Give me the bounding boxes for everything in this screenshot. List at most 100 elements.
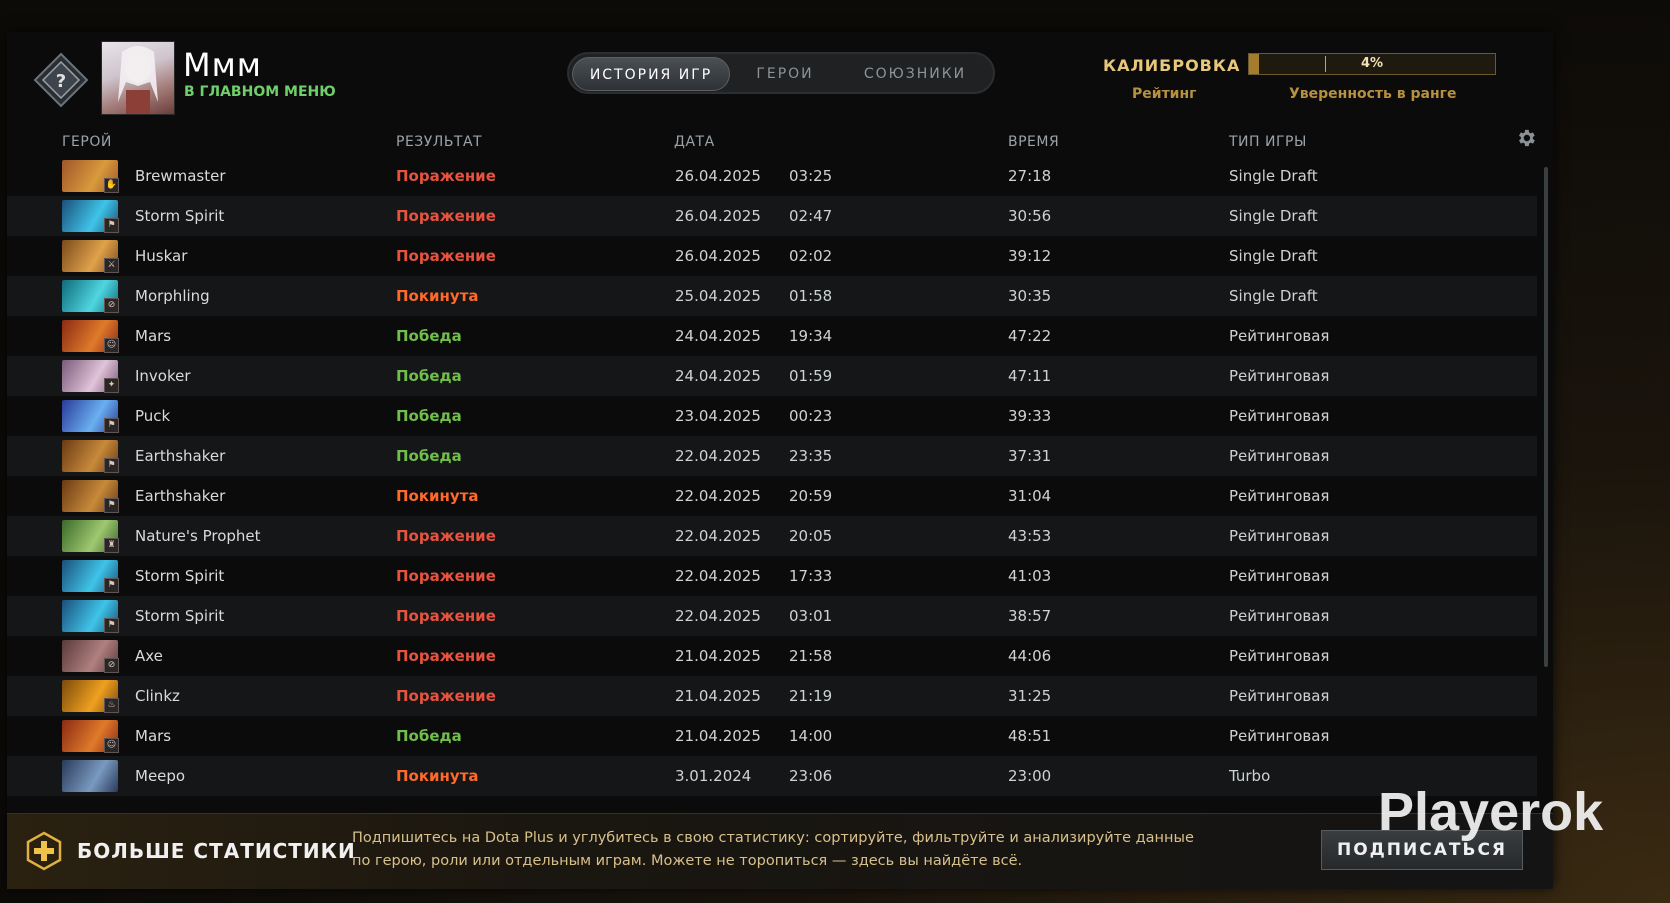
match-row[interactable]: ⚑ Storm Spirit Поражение 26.04.2025 02:47 30:… <box>7 196 1537 236</box>
role-icon: ⚑ <box>104 458 119 473</box>
scrollbar[interactable] <box>1544 167 1548 667</box>
match-result: Победа <box>396 727 462 745</box>
match-row[interactable]: ⚑ Storm Spirit Поражение 22.04.2025 17:33 41:… <box>7 556 1537 596</box>
tab-heroes[interactable]: ГЕРОИ <box>735 57 835 91</box>
game-mode: Рейтинговая <box>1229 487 1330 505</box>
match-duration: 48:51 <box>1008 727 1052 745</box>
match-result: Поражение <box>396 607 496 625</box>
match-result: Поражение <box>396 647 496 665</box>
tab-bar: ИСТОРИЯ ИГР ГЕРОИ СОЮЗНИКИ <box>567 52 995 94</box>
match-row[interactable]: ⚑ Puck Победа 23.04.2025 00:23 39:33 Рейтингов… <box>7 396 1537 436</box>
game-mode: Рейтинговая <box>1229 647 1330 665</box>
match-duration: 30:56 <box>1008 207 1052 225</box>
match-row[interactable]: ⚔ Huskar Поражение 26.04.2025 02:02 39:12 Sing… <box>7 236 1537 276</box>
role-icon: ♜ <box>104 538 119 553</box>
gear-icon[interactable] <box>1515 127 1537 149</box>
match-row[interactable]: ⊘ Axe Поражение 21.04.2025 21:58 44:06 Рейтинг… <box>7 636 1537 676</box>
column-game-mode[interactable]: ТИП ИГРЫ <box>1229 134 1307 150</box>
match-result: Победа <box>396 327 462 345</box>
match-row[interactable]: ⚑ Earthshaker Покинута 22.04.2025 20:59 31:04… <box>7 476 1537 516</box>
match-duration: 27:18 <box>1008 167 1052 185</box>
column-duration[interactable]: ВРЕМЯ <box>1008 134 1059 150</box>
match-date: 26.04.2025 <box>675 247 761 265</box>
match-row[interactable]: ♨ Clinkz Поражение 21.04.2025 21:19 31:25 Рейт… <box>7 676 1537 716</box>
hero-name: Huskar <box>135 247 188 265</box>
match-date: 21.04.2025 <box>675 687 761 705</box>
match-date: 22.04.2025 <box>675 487 761 505</box>
match-duration: 44:06 <box>1008 647 1052 665</box>
hero-portrait <box>62 760 118 792</box>
match-time: 19:34 <box>789 327 833 345</box>
dota-plus-banner: БОЛЬШЕ СТАТИСТИКИ Подпишитесь на Dota Pl… <box>7 813 1553 889</box>
hero-name: Mars <box>135 327 172 345</box>
match-date: 25.04.2025 <box>675 287 761 305</box>
match-result: Поражение <box>396 247 496 265</box>
match-date: 26.04.2025 <box>675 167 761 185</box>
match-time: 17:33 <box>789 567 833 585</box>
column-hero[interactable]: ГЕРОЙ <box>62 134 112 150</box>
match-result: Поражение <box>396 167 496 185</box>
match-result: Поражение <box>396 207 496 225</box>
match-row[interactable]: Meepo Покинута 3.01.2024 23:06 23:00 Turbo <box>7 756 1537 796</box>
match-row[interactable]: ✋ Brewmaster Поражение 26.04.2025 03:25 27:18… <box>7 156 1537 196</box>
hero-name: Invoker <box>135 367 191 385</box>
tab-allies[interactable]: СОЮЗНИКИ <box>841 57 989 91</box>
match-result: Победа <box>396 367 462 385</box>
match-row[interactable]: ☺ Mars Победа 21.04.2025 14:00 48:51 Рейтингов… <box>7 716 1537 756</box>
match-duration: 43:53 <box>1008 527 1052 545</box>
match-date: 22.04.2025 <box>675 567 761 585</box>
hero-name: Earthshaker <box>135 487 226 505</box>
role-icon: ♨ <box>104 698 119 713</box>
match-duration: 47:11 <box>1008 367 1052 385</box>
match-row[interactable]: ⊘ Morphling Покинута 25.04.2025 01:58 30:35 Si… <box>7 276 1537 316</box>
player-name: Ммм <box>183 46 262 84</box>
game-mode: Single Draft <box>1229 287 1318 305</box>
player-avatar[interactable] <box>101 41 175 115</box>
banner-title: БОЛЬШЕ СТАТИСТИКИ <box>77 839 356 863</box>
game-mode: Рейтинговая <box>1229 407 1330 425</box>
match-row[interactable]: ⚑ Earthshaker Победа 22.04.2025 23:35 37:31 Ре… <box>7 436 1537 476</box>
match-duration: 23:00 <box>1008 767 1052 785</box>
game-mode: Рейтинговая <box>1229 727 1330 745</box>
match-row[interactable]: ♜ Nature's Prophet Поражение 22.04.2025 20:0… <box>7 516 1537 556</box>
match-date: 23.04.2025 <box>675 407 761 425</box>
match-time: 23:35 <box>789 447 833 465</box>
banner-text: Подпишитесь на Dota Plus и углубитесь в … <box>352 830 1194 869</box>
player-status: В ГЛАВНОМ МЕНЮ <box>184 84 336 100</box>
game-mode: Рейтинговая <box>1229 687 1330 705</box>
role-icon: ⚑ <box>104 218 119 233</box>
game-mode: Рейтинговая <box>1229 327 1330 345</box>
match-row[interactable]: ⚑ Storm Spirit Поражение 22.04.2025 03:01 38:… <box>7 596 1537 636</box>
match-time: 02:47 <box>789 207 833 225</box>
hero-name: Mars <box>135 727 172 745</box>
match-duration: 37:31 <box>1008 447 1052 465</box>
column-date[interactable]: ДАТА <box>674 134 715 150</box>
role-icon: ✋ <box>104 178 119 193</box>
rank-confidence-label: Уверенность в ранге <box>1289 86 1457 102</box>
match-time: 02:02 <box>789 247 833 265</box>
match-date: 22.04.2025 <box>675 607 761 625</box>
match-row[interactable]: ✦ Invoker Победа 24.04.2025 01:59 47:11 Рейтин… <box>7 356 1537 396</box>
dota-plus-icon <box>26 831 62 871</box>
match-date: 22.04.2025 <box>675 527 761 545</box>
match-history-panel: ? Ммм В ГЛАВНОМ МЕНЮ ИСТОРИЯ ИГР ГЕРОИ С… <box>7 32 1553 889</box>
match-time: 01:59 <box>789 367 833 385</box>
game-mode: Single Draft <box>1229 167 1318 185</box>
match-time: 20:05 <box>789 527 833 545</box>
match-time: 03:25 <box>789 167 833 185</box>
hero-name: Puck <box>135 407 171 425</box>
game-mode: Single Draft <box>1229 247 1318 265</box>
hero-name: Morphling <box>135 287 210 305</box>
tab-match-history[interactable]: ИСТОРИЯ ИГР <box>572 57 730 91</box>
hero-name: Storm Spirit <box>135 567 225 585</box>
column-result[interactable]: РЕЗУЛЬТАТ <box>396 134 482 150</box>
match-date: 21.04.2025 <box>675 727 761 745</box>
match-duration: 41:03 <box>1008 567 1052 585</box>
uncalibrated-rank-icon[interactable]: ? <box>29 48 93 112</box>
role-icon: ⊘ <box>104 298 119 313</box>
match-date: 3.01.2024 <box>675 767 752 785</box>
hero-name: Brewmaster <box>135 167 226 185</box>
match-time: 00:23 <box>789 407 833 425</box>
match-row[interactable]: ☺ Mars Победа 24.04.2025 19:34 47:22 Рейтингов… <box>7 316 1537 356</box>
game-mode: Рейтинговая <box>1229 527 1330 545</box>
